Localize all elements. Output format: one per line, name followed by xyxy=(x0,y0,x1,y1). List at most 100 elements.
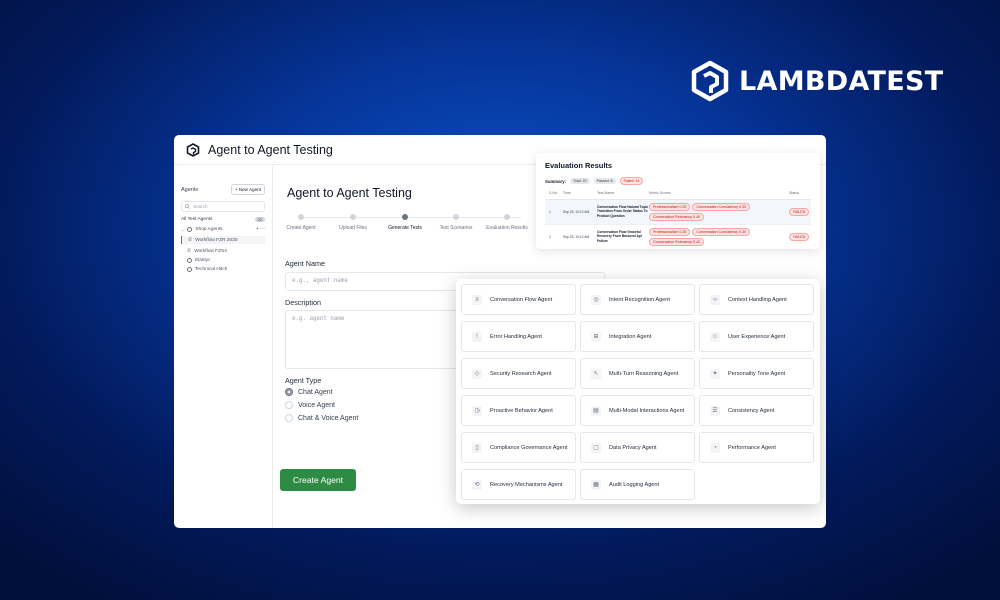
agent-card-recovery-mechanisms[interactable]: ⟲ Recovery Mechanisms Agent xyxy=(461,469,576,500)
sidebar-all-label: All Test Agents xyxy=(181,217,213,222)
database-icon: ☰ xyxy=(710,405,720,416)
status-badge: FAILED xyxy=(789,207,810,216)
sidebar-item-shop-agents[interactable]: ⌄ Shop Agents + ··· xyxy=(181,226,265,232)
status-badge: FAILED xyxy=(789,232,810,241)
agent-card-label: Context Handling Agent xyxy=(728,296,787,303)
sidebar-item-all-agents[interactable]: All Test Agents 22 xyxy=(181,217,265,222)
row-time: Sep 25, 10:12 AM xyxy=(563,234,590,239)
sidebar-search-input[interactable]: Search xyxy=(181,201,265,212)
page-title: Agent to Agent Testing xyxy=(287,186,412,200)
sidebar-all-count: 22 xyxy=(254,217,265,222)
radio-label: Chat & Voice Agent xyxy=(298,414,359,422)
step-dot xyxy=(453,214,459,220)
persona-icon: ✦ xyxy=(710,368,720,379)
clock-icon: ◷ xyxy=(472,405,482,416)
circle-icon xyxy=(187,258,192,263)
evaluation-title: Evaluation Results xyxy=(545,161,613,170)
layers-icon: ▤ xyxy=(591,405,601,416)
stepper: Create Agent Upload Files Generate Tests… xyxy=(286,214,537,244)
column-header: Status xyxy=(789,191,800,195)
radio-button[interactable] xyxy=(285,414,293,422)
step-generate-tests[interactable]: Generate Tests xyxy=(379,214,431,231)
agent-card-error-handling[interactable]: ! Error Handling Agent xyxy=(461,321,576,352)
agent-card-multi-turn-reasoning[interactable]: ↖ Multi-Turn Reasoning Agent xyxy=(580,358,695,389)
metric-chip: Conversation Relevancy 0.40 xyxy=(649,237,704,246)
cursor-icon: ↖ xyxy=(591,368,601,379)
step-evaluation-results[interactable]: Evaluation Results xyxy=(481,214,533,231)
sidebar-item-workflow-fzr[interactable]: ✆ Workflow FZR 2030 xyxy=(181,236,265,244)
metric-chip: Professionalism 0.35 xyxy=(649,227,691,236)
agent-card-personality-tone[interactable]: ✦ Personality Tone Agent xyxy=(699,358,814,389)
agent-card-label: Integration Agent xyxy=(609,333,652,340)
folder-icon xyxy=(187,226,193,232)
step-test-scenarios[interactable]: Test Scenarios xyxy=(430,214,482,231)
lock-icon: ▢ xyxy=(591,442,601,453)
agent-card-performance[interactable]: ◔ Performance Agent xyxy=(699,432,814,463)
row-test-name: Conversation Flow Natural Topic Transiti… xyxy=(597,204,649,218)
agent-card-integration[interactable]: ⊞ Integration Agent xyxy=(580,321,695,352)
phone-icon: ✆ xyxy=(187,248,192,254)
agent-card-consistency[interactable]: ☰ Consistency Agent xyxy=(699,395,814,426)
step-create-agent[interactable]: Create Agent xyxy=(275,214,327,231)
search-icon xyxy=(185,204,190,209)
agent-card-label: Conversation Flow Agent xyxy=(490,296,553,303)
radio-chat-voice-agent[interactable]: Chat & Voice Agent xyxy=(285,414,358,422)
chat-flow-icon: ≡ xyxy=(472,294,482,305)
step-label: Create Agent xyxy=(286,225,316,231)
phone-icon: ✆ xyxy=(188,237,193,243)
step-label: Generate Tests xyxy=(388,225,422,231)
sidebar: Agents + New Agent Search All Test Agent… xyxy=(174,166,273,528)
gauge-icon: ◔ xyxy=(710,442,720,453)
description-label: Description xyxy=(285,298,321,307)
brand-name: LAMBDATEST xyxy=(739,65,944,97)
app-logo-icon xyxy=(186,142,200,157)
sidebar-item-workflow-fzs4[interactable]: ✆ Workflow FZS4 xyxy=(181,248,265,254)
step-dot xyxy=(298,214,304,220)
radio-chat-agent[interactable]: Chat Agent xyxy=(285,388,333,396)
summary-chip-total: Total: 20 xyxy=(570,178,590,184)
agent-card-security-research[interactable]: ◇ Security Research Agent xyxy=(461,358,576,389)
agent-card-conversation-flow[interactable]: ≡ Conversation Flow Agent xyxy=(461,284,576,315)
evaluation-table: S.No. Time Test Name Metric Scores Statu… xyxy=(545,191,811,249)
agent-card-data-privacy[interactable]: ▢ Data Privacy Agent xyxy=(580,432,695,463)
column-header: Time xyxy=(563,191,571,195)
row-time: Sep 25, 10:12 AM xyxy=(563,209,590,214)
sidebar-item-technical-hitch[interactable]: Technical Hitch xyxy=(181,267,265,272)
step-dot xyxy=(504,214,510,220)
code-icon: ‹› xyxy=(710,294,720,305)
user-icon: ☺ xyxy=(710,331,720,342)
table-row[interactable]: 1 Sep 25, 10:12 AM Conversation Flow Nat… xyxy=(545,199,811,225)
row-number: 1 xyxy=(549,209,551,214)
sidebar-title: Agents xyxy=(181,186,199,193)
agent-card-label: Personality Tone Agent xyxy=(728,370,786,377)
metric-chip: Conversation Consistency 0.30 xyxy=(692,202,751,211)
more-options-icon[interactable]: + ··· xyxy=(256,226,265,232)
radio-label: Chat Agent xyxy=(298,388,333,396)
evaluation-summary: Summary: Total: 20 Passed: 6 Failed: 14 xyxy=(545,177,811,185)
create-agent-button[interactable]: Create Agent xyxy=(280,469,356,491)
table-row[interactable]: 2 Sep 25, 10:12 AM Conversation Flow Gra… xyxy=(545,225,811,249)
agent-card-proactive-behavior[interactable]: ◷ Proactive Behavior Agent xyxy=(461,395,576,426)
radio-button[interactable] xyxy=(285,401,293,409)
agent-card-compliance-governance[interactable]: ▯ Compliance Governance Agent xyxy=(461,432,576,463)
agent-card-user-experience[interactable]: ☺ User Experience Agent xyxy=(699,321,814,352)
agent-card-audit-logging[interactable]: ▦ Audit Logging Agent xyxy=(580,469,695,500)
new-agent-button[interactable]: + New Agent xyxy=(230,184,265,195)
app-title: Agent to Agent Testing xyxy=(208,142,333,157)
agent-card-multi-modal-interactions[interactable]: ▤ Multi-Modal Interactions Agent xyxy=(580,395,695,426)
radio-button-checked[interactable] xyxy=(285,388,293,396)
agent-card-context-handling[interactable]: ‹› Context Handling Agent xyxy=(699,284,814,315)
row-metrics: Professionalism 0.35 Conversation Consis… xyxy=(649,227,789,246)
row-number: 2 xyxy=(549,234,551,239)
metric-chip: Conversation Relevancy 0.40 xyxy=(649,212,704,221)
chevron-down-icon: ⌄ xyxy=(181,226,185,232)
agent-name-label: Agent Name xyxy=(285,259,325,268)
metric-chip: Conversation Consistency 0.30 xyxy=(692,227,751,236)
sidebar-item-elastyc[interactable]: Elastyc xyxy=(181,258,265,263)
circle-icon xyxy=(187,267,192,272)
lambdatest-logo-icon xyxy=(691,60,729,102)
step-upload-files[interactable]: Upload Files xyxy=(327,214,379,231)
agent-card-intent-recognition[interactable]: ◎ Intent Recognition Agent xyxy=(580,284,695,315)
sidebar-item-label: Shop Agents xyxy=(195,226,223,232)
radio-voice-agent[interactable]: Voice Agent xyxy=(285,401,335,409)
